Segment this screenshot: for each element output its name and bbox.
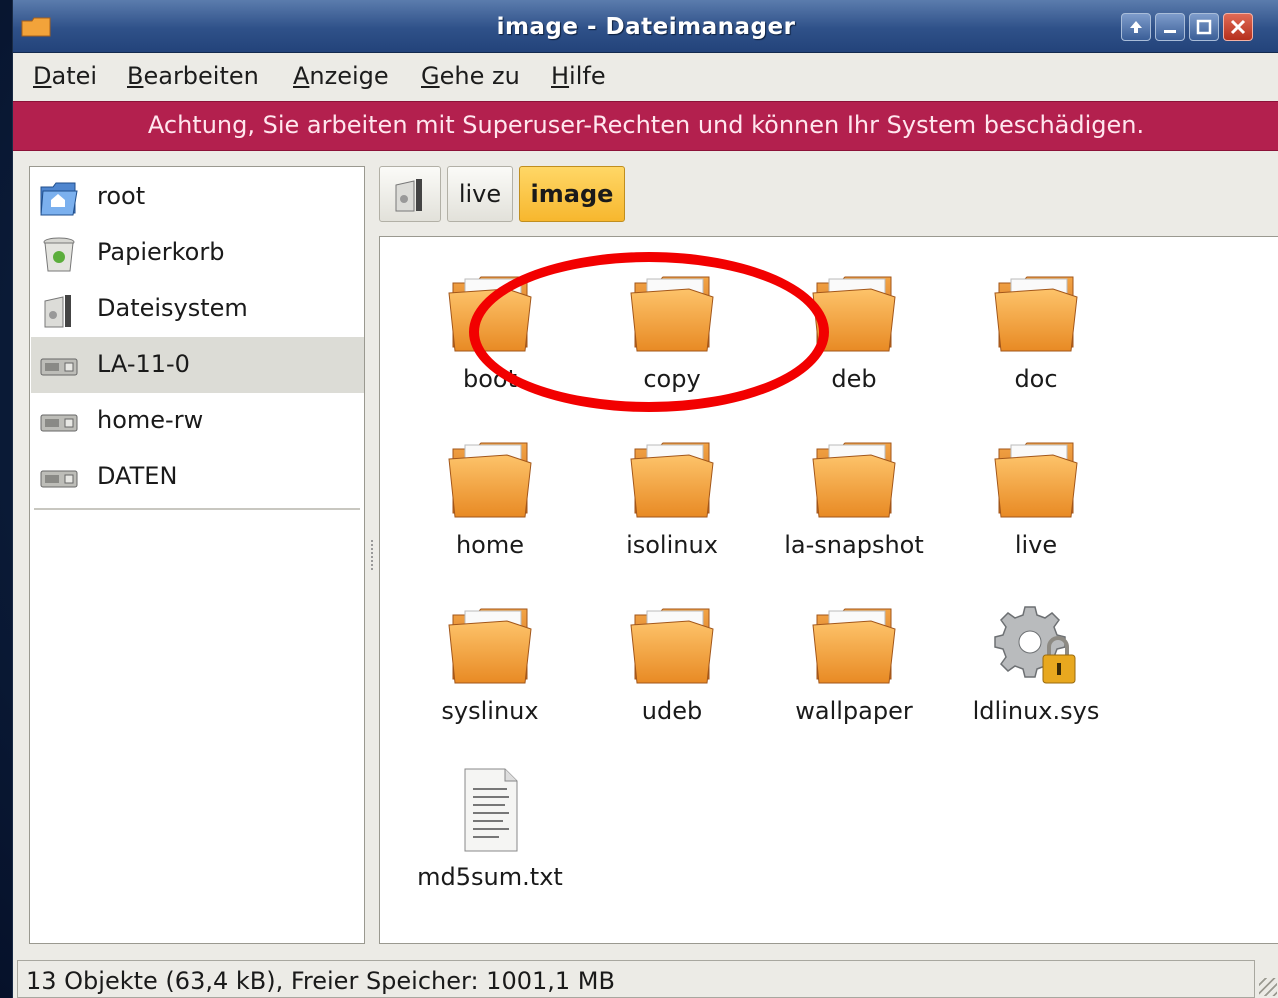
pane-splitter[interactable] [371, 540, 377, 570]
file-name: deb [831, 365, 877, 393]
file-name: ldlinux.sys [972, 697, 1100, 725]
file-item-folder[interactable]: home [400, 433, 580, 593]
folder-icon [448, 608, 532, 684]
folder-icon [812, 442, 896, 518]
filesystem-icon [44, 295, 71, 328]
status-text: 13 Objekte (63,4 kB), Freier Speicher: 1… [26, 967, 615, 995]
sidebar-item-papierkorb[interactable]: Papierkorb [31, 225, 364, 281]
sidebar-item-label: home-rw [97, 406, 204, 434]
minimize-icon [1164, 30, 1176, 33]
file-item-folder[interactable]: udeb [582, 599, 762, 759]
path-button-image[interactable]: image [519, 166, 625, 222]
folder-icon [448, 442, 532, 518]
file-item-system-file[interactable]: ldlinux.sys [946, 599, 1126, 759]
window-title: image - Dateimanager [496, 14, 796, 40]
status-bar: 13 Objekte (63,4 kB), Freier Speicher: 1… [13, 956, 1278, 998]
file-name: isolinux [626, 531, 718, 559]
maximize-icon [1196, 19, 1212, 35]
file-view: boot copy deb doc home isolinux la-snaps… [379, 236, 1278, 944]
file-name: copy [643, 365, 701, 393]
menu-bearbeiten[interactable]: Bearbeiten [127, 62, 259, 90]
resize-grip[interactable] [1259, 978, 1277, 996]
text-file-icon [464, 768, 518, 852]
file-name: syslinux [441, 697, 539, 725]
path-button-live[interactable]: live [447, 166, 513, 222]
file-manager-window: image - Dateimanager Datei Bearbeiten An… [12, 0, 1278, 998]
locked-gear-icon [994, 606, 1076, 684]
file-name: la-snapshot [784, 531, 924, 559]
file-item-folder[interactable]: isolinux [582, 433, 762, 593]
shade-button[interactable] [1121, 13, 1151, 41]
folder-icon [812, 608, 896, 684]
sidebar-item-daten[interactable]: DATEN [31, 449, 364, 505]
file-name: boot [462, 365, 517, 393]
sidebar-item-label: Dateisystem [97, 294, 248, 322]
file-name: live [1014, 531, 1058, 559]
sidebar-item-label: DATEN [97, 462, 178, 490]
file-item-folder[interactable]: deb [764, 267, 944, 427]
file-item-folder[interactable]: doc [946, 267, 1126, 427]
sidebar-item-home-rw[interactable]: home-rw [31, 393, 364, 449]
menu-hilfe[interactable]: Hilfe [551, 62, 606, 90]
home-folder-icon [40, 182, 78, 216]
menu-bar: Datei Bearbeiten Anzeige Gehe zu Hilfe [13, 54, 1278, 100]
file-item-text-file[interactable]: md5sum.txt [400, 765, 580, 925]
status-box: 13 Objekte (63,4 kB), Freier Speicher: 1… [17, 960, 1255, 998]
sidebar-item-dateisystem[interactable]: Dateisystem [31, 281, 364, 337]
folder-icon [630, 276, 714, 352]
path-button-label: live [458, 180, 502, 208]
superuser-warning-bar: Achtung, Sie arbeiten mit Superuser-Rech… [13, 101, 1278, 151]
maximize-button[interactable] [1189, 13, 1219, 41]
menu-gehe-zu[interactable]: Gehe zu [421, 62, 520, 90]
warning-text: Achtung, Sie arbeiten mit Superuser-Rech… [147, 111, 1145, 139]
sidebar-item-root[interactable]: root [31, 169, 364, 225]
file-name: udeb [641, 697, 703, 725]
drive-icon [40, 470, 78, 488]
sidebar-item-label: root [97, 182, 146, 210]
file-name: md5sum.txt [417, 863, 563, 891]
close-icon [1230, 19, 1246, 35]
folder-icon [994, 442, 1078, 518]
sidebar-item-la-11-0[interactable]: LA-11-0 [31, 337, 364, 393]
filesystem-icon [395, 179, 422, 212]
trash-icon [43, 237, 75, 272]
file-item-folder[interactable]: copy [582, 267, 762, 427]
file-name: doc [1014, 365, 1058, 393]
title-bar[interactable]: image - Dateimanager [13, 0, 1278, 53]
path-button-label: image [530, 180, 614, 208]
path-button-filesystem[interactable] [379, 166, 441, 222]
file-name: home [455, 531, 525, 559]
folder-icon [994, 276, 1078, 352]
folder-icon [812, 276, 896, 352]
folder-icon [448, 276, 532, 352]
menu-datei[interactable]: Datei [33, 62, 97, 90]
sidebar: root Papierkorb Dateisystem LA-11-0 home… [29, 166, 365, 944]
file-item-folder[interactable]: boot [400, 267, 580, 427]
minimize-button[interactable] [1155, 13, 1185, 41]
drive-icon [40, 414, 78, 432]
close-button[interactable] [1223, 13, 1253, 41]
folder-icon [630, 442, 714, 518]
menu-anzeige[interactable]: Anzeige [293, 62, 389, 90]
sidebar-item-label: LA-11-0 [97, 350, 190, 378]
sidebar-item-label: Papierkorb [97, 238, 225, 266]
folder-icon [630, 608, 714, 684]
drive-icon [40, 358, 78, 376]
file-name: wallpaper [795, 697, 913, 725]
file-item-folder[interactable]: live [946, 433, 1126, 593]
arrow-up-icon [1130, 21, 1142, 33]
file-item-folder[interactable]: syslinux [400, 599, 580, 759]
file-item-folder[interactable]: wallpaper [764, 599, 944, 759]
sidebar-separator [34, 508, 360, 510]
file-item-folder[interactable]: la-snapshot [764, 433, 944, 593]
